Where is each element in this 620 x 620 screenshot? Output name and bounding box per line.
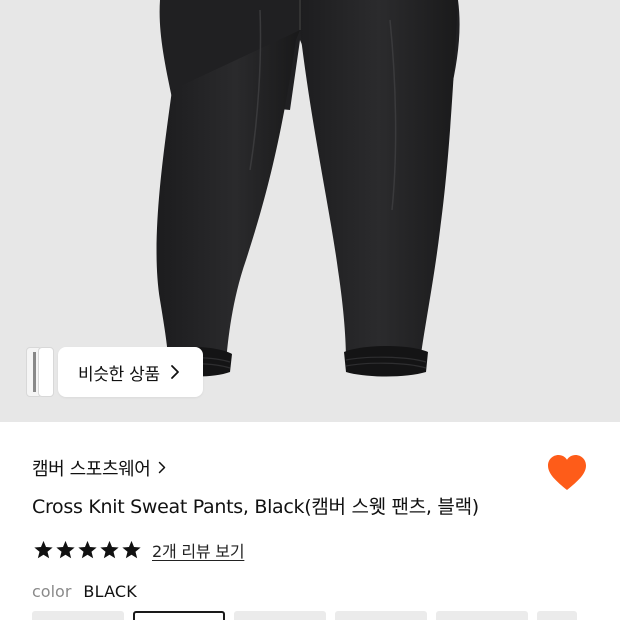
star-rating [33,540,142,560]
color-value: BLACK [83,582,137,601]
similar-products-button[interactable]: 비슷한 상품 [58,347,203,397]
star-icon [122,540,141,559]
star-icon [56,540,75,559]
like-button[interactable] [546,453,588,493]
color-swatch[interactable] [234,611,326,620]
review-link[interactable]: 2개 리뷰 보기 [152,538,245,562]
chevron-right-icon [158,459,166,478]
chevron-right-icon [170,364,180,380]
brand-link[interactable]: 캠버 스포츠웨어 [32,455,166,481]
brand-name: 캠버 스포츠웨어 [32,459,151,480]
color-swatch[interactable] [335,611,427,620]
color-swatch[interactable] [436,611,528,620]
color-row: color BLACK [32,582,137,601]
color-label: color [32,582,72,601]
star-icon [100,540,119,559]
product-title: Cross Knit Sweat Pants, Black(캠버 스웻 팬츠, … [32,496,479,518]
color-swatch[interactable] [537,611,577,620]
similar-products-label: 비슷한 상품 [78,364,160,385]
star-icon [34,540,53,559]
color-swatch[interactable] [32,611,124,620]
similar-thumbnail [38,347,54,397]
heart-icon [548,455,586,490]
product-image[interactable]: 비슷한 상품 [0,0,620,422]
rating-row: 2개 리뷰 보기 [33,538,245,562]
color-swatch[interactable] [133,611,225,620]
star-icon [78,540,97,559]
